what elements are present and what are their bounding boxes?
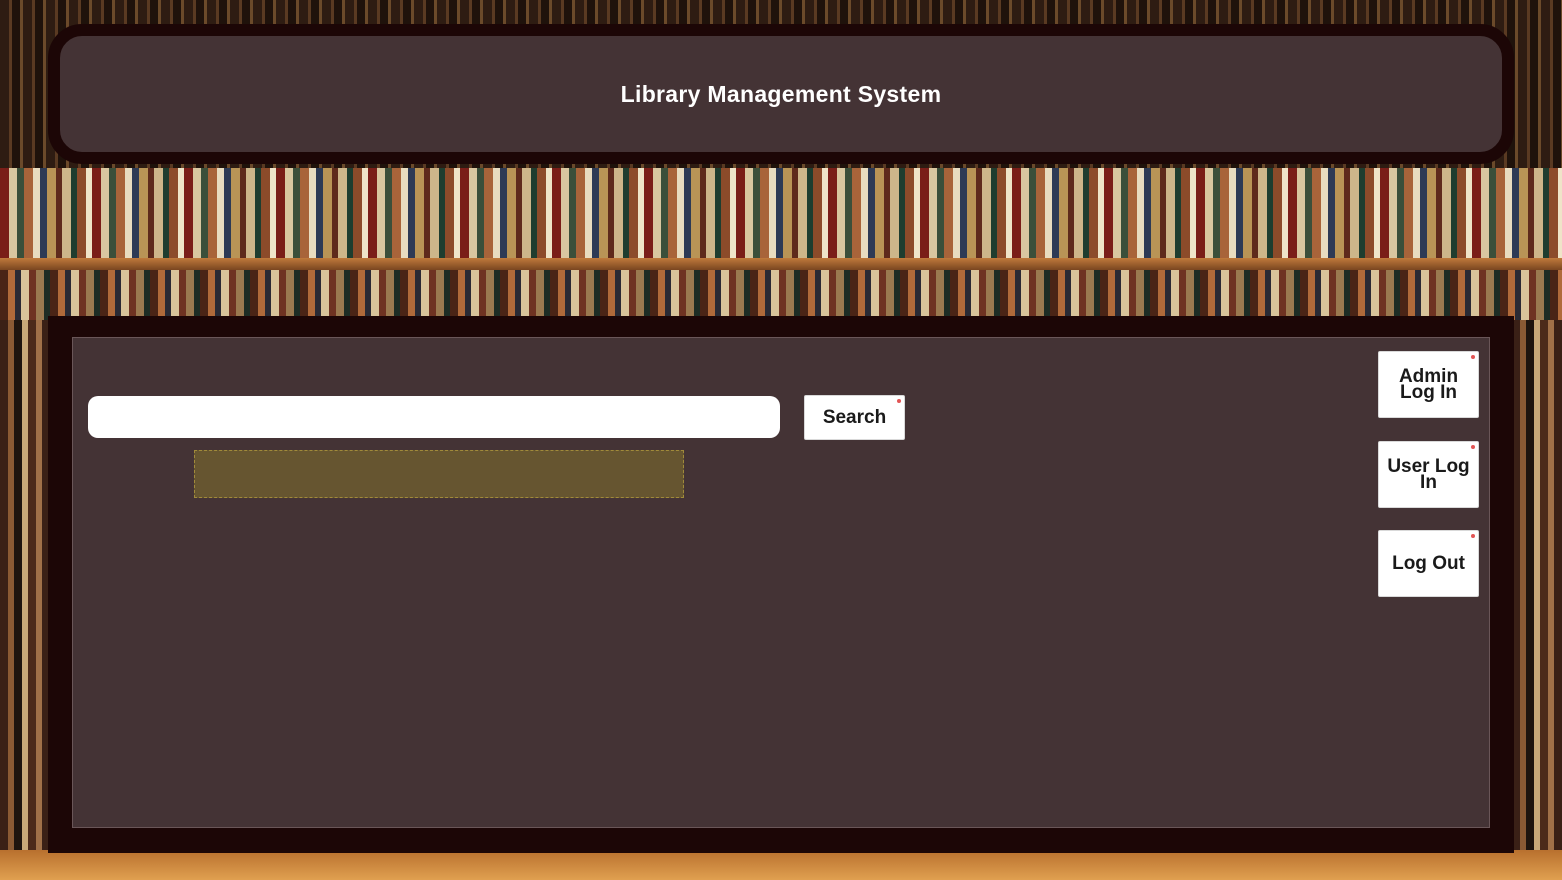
user-login-label: User Log In xyxy=(1387,455,1470,493)
focus-indicator-icon xyxy=(1471,534,1475,538)
shelf-plank xyxy=(0,258,1562,270)
search-button[interactable]: Search xyxy=(804,395,905,440)
app-header: Library Management System xyxy=(48,24,1514,164)
search-button-label: Search xyxy=(822,406,887,428)
focus-indicator-icon xyxy=(1471,445,1475,449)
logout-button[interactable]: Log Out xyxy=(1378,530,1479,597)
search-input[interactable] xyxy=(88,396,780,438)
library-floor xyxy=(0,850,1562,880)
page-title: Library Management System xyxy=(620,80,942,107)
user-login-button[interactable]: User Log In xyxy=(1378,441,1479,508)
admin-login-label: Admin Log In xyxy=(1398,365,1459,403)
main-panel-frame: Search Admin Log In User Log In Log Out xyxy=(48,316,1514,853)
bookshelf-middle-row xyxy=(0,168,1562,264)
admin-login-button[interactable]: Admin Log In xyxy=(1378,351,1479,418)
main-panel: Search Admin Log In User Log In Log Out xyxy=(72,337,1490,828)
search-results-box xyxy=(194,450,684,498)
bookshelf-lower-row xyxy=(0,270,1562,320)
focus-indicator-icon xyxy=(897,399,901,403)
logout-label: Log Out xyxy=(1392,552,1465,574)
focus-indicator-icon xyxy=(1471,355,1475,359)
